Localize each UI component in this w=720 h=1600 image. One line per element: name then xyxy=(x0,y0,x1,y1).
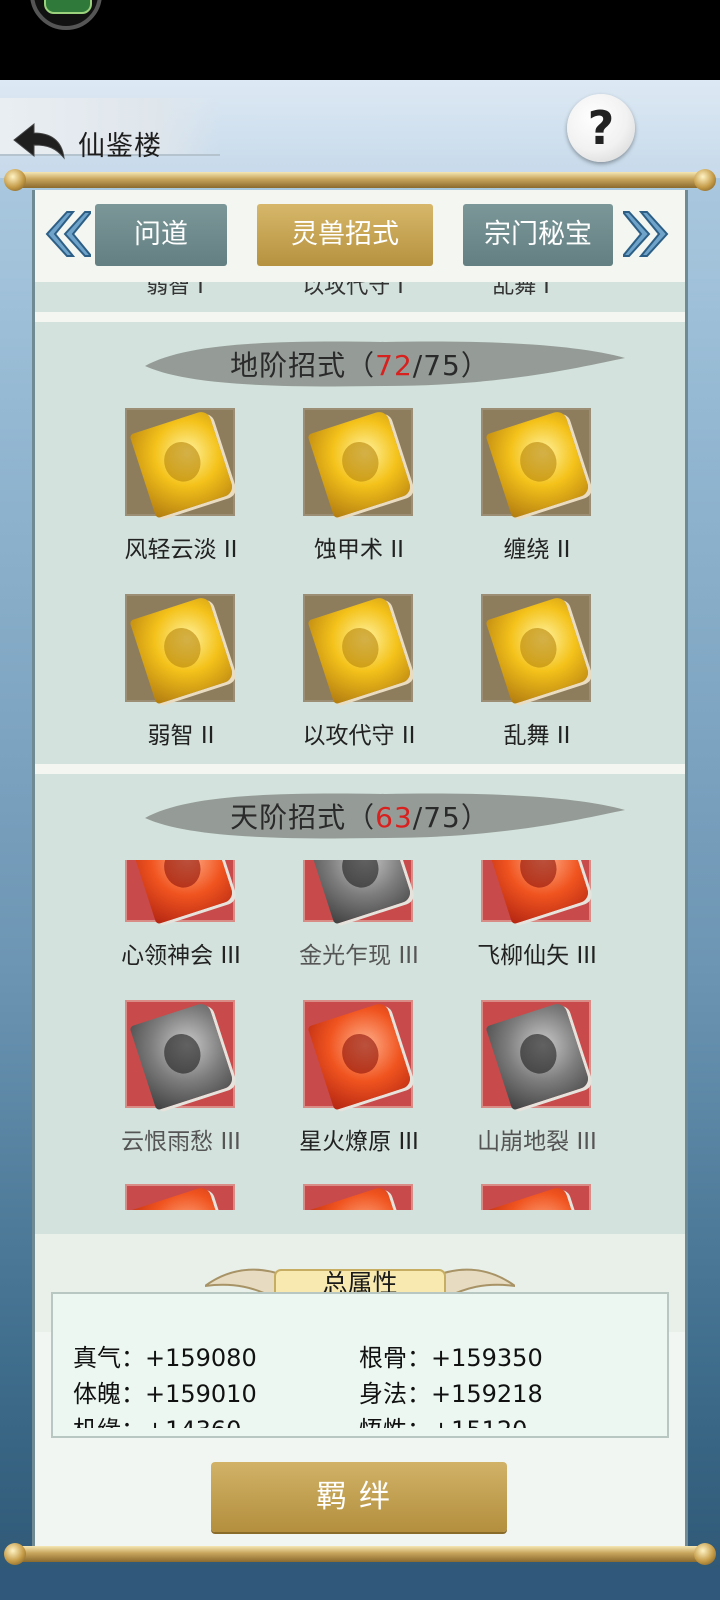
skill-book-icon xyxy=(303,860,413,925)
skill-label: 乱舞 I xyxy=(492,282,550,299)
section-title: 天阶招式（63/75） xyxy=(230,801,490,834)
skill-item[interactable]: 乱舞 II xyxy=(447,594,627,774)
section-tianjie: 天阶招式（63/75） 心领神会 III 金光乍现 III 飞柳仙矢 III 云… xyxy=(35,774,685,1234)
tab-zongmen-mibao[interactable]: 宗门秘宝 xyxy=(463,204,613,266)
status-bar xyxy=(0,0,720,80)
background-strip xyxy=(0,1568,720,1600)
help-button[interactable]: ? xyxy=(567,94,635,162)
skill-book-icon xyxy=(481,1000,591,1111)
skill-item[interactable]: 星火燎原 III xyxy=(269,1000,449,1180)
attr-jiyuan: 机缘：+14360 xyxy=(73,1410,241,1428)
header: 仙鉴楼 ? xyxy=(0,80,720,178)
scroll-rod-top xyxy=(4,169,716,191)
skill-book-icon xyxy=(125,1184,235,1210)
question-icon: ? xyxy=(587,101,615,155)
skill-book-icon xyxy=(125,408,235,519)
skill-book-icon xyxy=(303,594,413,705)
skill-label: 风轻云淡 II xyxy=(124,537,238,563)
skill-item[interactable]: 金光乍现 III xyxy=(269,860,449,994)
back-arrow-icon[interactable] xyxy=(10,120,66,164)
bond-button[interactable]: 羁绊 xyxy=(211,1462,507,1532)
divider xyxy=(35,764,685,774)
skill-label: 金光乍现 III xyxy=(299,943,419,969)
skill-book-icon xyxy=(481,408,591,519)
skill-item[interactable]: 山崩地裂 III xyxy=(447,1000,627,1180)
skill-label: 山崩地裂 III xyxy=(477,1129,597,1155)
skill-label: 星火燎原 III xyxy=(299,1129,419,1155)
attr-tipo: 体魄：+159010 xyxy=(73,1380,257,1408)
skill-list[interactable]: 弱智 I 以攻代守 I 乱舞 I 地阶招式（72/75） 风轻云淡 II 蚀甲术… xyxy=(35,282,685,1332)
skill-label: 缠绕 II xyxy=(503,537,571,563)
attr-gengu: 根骨：+159350 xyxy=(359,1344,543,1372)
skill-book-icon xyxy=(125,1000,235,1111)
attr-shenfa: 身法：+159218 xyxy=(359,1380,543,1408)
title-plate: 仙鉴楼 xyxy=(0,98,220,162)
skill-item[interactable]: 蚀甲术 II xyxy=(269,408,449,588)
skill-item[interactable]: 飞柳仙矢 III xyxy=(447,860,627,994)
skill-label: 心领神会 III xyxy=(121,943,241,969)
skill-book-icon xyxy=(125,860,235,925)
game-logo-icon xyxy=(30,0,102,30)
skill-item[interactable]: 以攻代守 II xyxy=(269,594,449,774)
attr-wuxing: 悟性：+15120 xyxy=(359,1410,527,1428)
skill-item[interactable]: 缠绕 II xyxy=(447,408,627,588)
skill-label: 弱智 II xyxy=(147,723,215,749)
skill-book-icon xyxy=(125,594,235,705)
section-dijie: 地阶招式（72/75） 风轻云淡 II 蚀甲术 II 缠绕 II 弱智 II 以… xyxy=(35,322,685,764)
skill-row-peek xyxy=(35,1184,685,1210)
section-title: 地阶招式（72/75） xyxy=(230,349,490,382)
skill-book-icon xyxy=(481,1184,591,1210)
skill-book-icon xyxy=(303,408,413,519)
double-chevron-right-icon[interactable] xyxy=(623,208,671,260)
collected-count: 63 xyxy=(375,801,413,834)
tab-lingshou-zhaoshi[interactable]: 灵兽招式 xyxy=(257,204,433,266)
skill-item[interactable]: 心领神会 III xyxy=(91,860,271,994)
skill-book-icon xyxy=(481,860,591,925)
skill-label: 乱舞 II xyxy=(503,723,571,749)
skill-book-icon xyxy=(481,594,591,705)
skill-label: 蚀甲术 II xyxy=(314,537,404,563)
scroll-panel: 问道 灵兽招式 宗门秘宝 弱智 I 以攻代守 I 乱舞 I 地阶招式（72/75… xyxy=(32,190,688,1552)
skill-book-icon xyxy=(303,1000,413,1111)
skill-item[interactable]: 云恨雨愁 III xyxy=(91,1000,271,1180)
skill-label: 云恨雨愁 III xyxy=(121,1129,241,1155)
skill-item[interactable]: 弱智 II xyxy=(91,594,271,774)
total-attributes-panel: 真气：+159080 根骨：+159350 体魄：+159010 身法：+159… xyxy=(51,1292,669,1438)
double-chevron-left-icon[interactable] xyxy=(43,208,91,260)
skill-book-icon xyxy=(303,1184,413,1210)
skill-label: 以攻代守 I xyxy=(302,282,404,299)
scroll-rod-bottom xyxy=(4,1543,716,1565)
page-title: 仙鉴楼 xyxy=(78,131,162,162)
tab-wendao[interactable]: 问道 xyxy=(95,204,227,266)
attr-list[interactable]: 真气：+159080 根骨：+159350 体魄：+159010 身法：+159… xyxy=(53,1318,667,1428)
skill-label: 弱智 I xyxy=(146,282,204,299)
collected-count: 72 xyxy=(375,349,413,382)
skill-label: 飞柳仙矢 III xyxy=(477,943,597,969)
skill-label: 以攻代守 II xyxy=(302,723,416,749)
attr-zhenqi: 真气：+159080 xyxy=(73,1344,257,1372)
divider xyxy=(35,312,685,322)
partial-row: 弱智 I 以攻代守 I 乱舞 I xyxy=(35,282,685,312)
tab-bar: 问道 灵兽招式 宗门秘宝 xyxy=(35,190,685,282)
skill-item[interactable]: 风轻云淡 II xyxy=(91,408,271,588)
